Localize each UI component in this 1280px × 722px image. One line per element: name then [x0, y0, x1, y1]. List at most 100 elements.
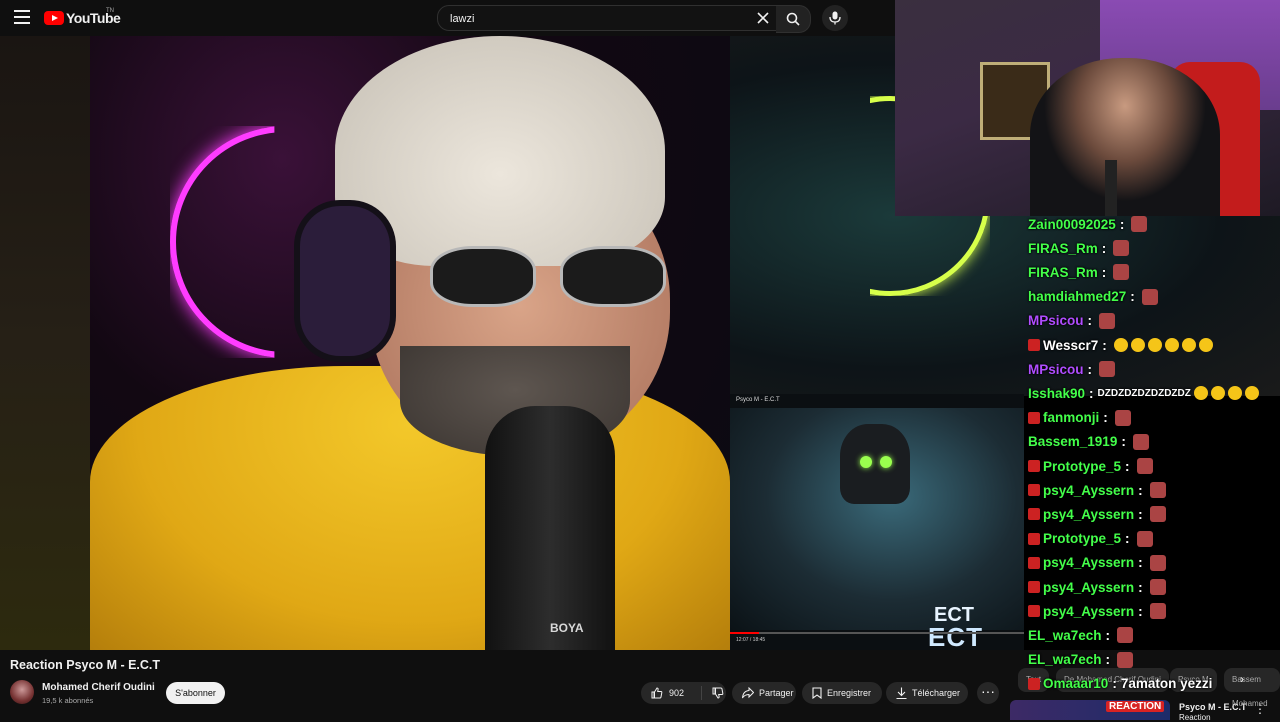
chat-username[interactable]: psy4_Ayssern	[1043, 580, 1134, 595]
clear-search-button[interactable]	[754, 9, 772, 27]
chat-emote-icon	[1132, 433, 1149, 450]
studio-microphone	[485, 406, 615, 650]
chat-emote-icon	[1136, 530, 1153, 547]
like-dislike-group: 902	[641, 682, 726, 704]
chat-emote-icon	[1136, 458, 1153, 474]
chat-username[interactable]: Prototype_5	[1043, 531, 1121, 546]
sunglasses	[430, 246, 670, 307]
chat-separator: :	[1125, 531, 1130, 547]
embed-progress-fill	[730, 632, 760, 634]
chat-badge-icon	[1028, 556, 1040, 569]
chat-message: Omaaar10:7amaton yezzi	[1028, 673, 1212, 695]
chat-emote-icon	[1141, 288, 1158, 305]
save-button[interactable]: Enregistrer	[802, 682, 882, 704]
download-button[interactable]: Télécharger	[886, 682, 968, 704]
chat-username[interactable]: psy4_Ayssern	[1043, 507, 1134, 522]
chat-emote-icon	[1131, 216, 1148, 232]
chat-username[interactable]: Wesscr7	[1043, 338, 1098, 353]
chat-username[interactable]: FIRAS_Rm	[1028, 265, 1098, 280]
youtube-play-icon	[44, 11, 64, 25]
chat-message: Wesscr7:	[1028, 334, 1213, 356]
goggle-eye	[860, 456, 872, 468]
chat-username[interactable]: FIRAS_Rm	[1028, 241, 1098, 256]
close-icon	[757, 12, 769, 24]
chat-username[interactable]: fanmonji	[1043, 410, 1099, 425]
video-letterbox	[0, 36, 90, 650]
chat-separator: :	[1130, 289, 1135, 305]
chat-username[interactable]: MPsicou	[1028, 362, 1084, 377]
search-button[interactable]	[776, 5, 811, 33]
share-button[interactable]: Partager	[732, 682, 796, 704]
chat-username[interactable]: Zain00092025	[1028, 217, 1116, 232]
share-icon	[742, 687, 754, 699]
chat-message: psy4_Ayssern:	[1028, 479, 1166, 501]
chat-username[interactable]: psy4_Ayssern	[1043, 555, 1134, 570]
chat-message: psy4_Ayssern:	[1028, 503, 1166, 525]
chat-username[interactable]: EL_wa7ech	[1028, 628, 1102, 643]
chat-username[interactable]: Bassem_1919	[1028, 434, 1117, 449]
menu-icon[interactable]	[14, 10, 30, 24]
chat-badge-icon	[1028, 532, 1040, 545]
chat-separator: :	[1121, 434, 1126, 450]
chat-message: FIRAS_Rm:	[1028, 261, 1130, 283]
channel-avatar[interactable]	[10, 680, 34, 704]
embedded-music-video: Psyco M - E.C.T ECT ECT 12:07 / 18:45	[730, 394, 1024, 650]
search-box	[437, 5, 779, 31]
chat-separator: :	[1103, 410, 1108, 426]
chat-message: fanmonji:	[1028, 407, 1131, 429]
chat-message: MPsicou:	[1028, 358, 1116, 380]
chat-username[interactable]: Isshak90	[1028, 386, 1085, 401]
top-bar: YouTube TN	[0, 0, 1280, 36]
chat-username[interactable]: psy4_Ayssern	[1043, 483, 1134, 498]
chat-badge-icon	[1028, 605, 1040, 618]
chat-message: Prototype_5:	[1028, 528, 1153, 550]
chat-message: EL_wa7ech:	[1028, 624, 1134, 646]
channel-name[interactable]: Mohamed Cherif Oudini	[42, 682, 155, 693]
logo-country-code: TN	[106, 8, 114, 14]
subscriber-count: 19,5 k abonnés	[42, 696, 94, 705]
chat-separator: :	[1087, 313, 1093, 329]
search-input[interactable]	[448, 10, 742, 28]
chat-text: 7amaton yezzi	[1120, 676, 1213, 692]
share-label: Partager	[759, 688, 794, 698]
ect-logo-large: ECT	[928, 622, 983, 650]
chat-username[interactable]: psy4_Ayssern	[1043, 604, 1134, 619]
chat-message: psy4_Ayssern:	[1028, 600, 1166, 622]
chat-separator: :	[1125, 458, 1130, 474]
laughing-emoji-icon	[1113, 338, 1128, 352]
laughing-emoji-icon	[1198, 338, 1213, 352]
reaction-badge: REACTION	[1106, 701, 1165, 712]
embed-progress-bar	[730, 632, 1024, 634]
chat-message: Zain00092025:	[1028, 213, 1148, 235]
voice-search-button[interactable]	[822, 5, 848, 31]
like-count: 902	[669, 688, 685, 698]
more-actions-button[interactable]: ···	[977, 682, 999, 704]
laughing-emoji-icon	[1181, 338, 1196, 352]
headphones	[300, 206, 390, 356]
chat-separator: :	[1138, 482, 1143, 498]
laughing-emoji-icon	[1244, 386, 1259, 401]
goggle-eye	[880, 456, 892, 468]
chat-message: FIRAS_Rm:	[1028, 237, 1130, 259]
laughing-emoji-icon	[1130, 338, 1145, 352]
subscribe-button[interactable]: S'abonner	[166, 682, 225, 704]
chat-username[interactable]: hamdiahmed27	[1028, 289, 1126, 304]
chat-separator: :	[1101, 240, 1107, 256]
recommended-thumbnail[interactable]: REACTION	[1010, 700, 1170, 720]
chat-message: Prototype_5:	[1028, 455, 1153, 477]
embed-time: 12:07 / 18:45	[736, 637, 766, 643]
recommended-subtitle: Reaction	[1179, 713, 1211, 722]
dislike-button[interactable]	[712, 687, 724, 699]
chat-username[interactable]: MPsicou	[1028, 313, 1084, 328]
chat-badge-icon	[1028, 460, 1040, 472]
chat-username[interactable]: Omaaar10	[1043, 676, 1108, 691]
chat-username[interactable]: Prototype_5	[1043, 459, 1121, 474]
chat-badge-icon	[1028, 508, 1040, 521]
like-button[interactable]: 902	[641, 686, 702, 700]
download-label: Télécharger	[912, 688, 961, 698]
save-label: Enregistrer	[827, 688, 872, 698]
chat-message: Isshak90: DZDZDZDZDZDZDZ	[1028, 382, 1259, 404]
chat-emote-icon	[1113, 264, 1130, 281]
chat-username[interactable]: EL_wa7ech	[1028, 652, 1102, 667]
chat-message: EL_wa7ech:	[1028, 649, 1134, 671]
